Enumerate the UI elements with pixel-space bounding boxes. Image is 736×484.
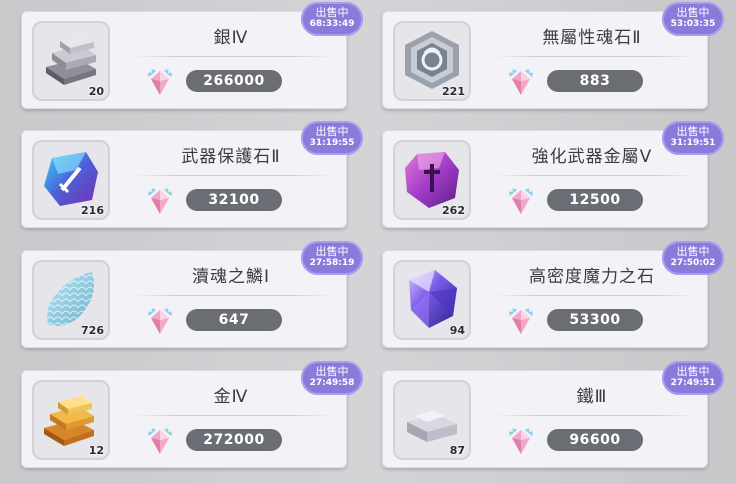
winged-gem-icon [507, 67, 535, 101]
on-sale-badge: 出售中 53:03:35 [662, 2, 724, 36]
status-label: 出售中 [315, 6, 349, 19]
status-label: 出售中 [315, 125, 349, 138]
item-thumbnail: 216 [32, 140, 110, 220]
divider [494, 295, 696, 296]
countdown-timer: 27:49:58 [309, 378, 355, 388]
listing-card[interactable]: 87 鐵Ⅲ 96600 出售中 27:49:51 [382, 361, 724, 468]
winged-gem-icon [146, 306, 174, 340]
status-label: 出售中 [315, 245, 349, 258]
price-pill: 96600 [547, 429, 643, 451]
item-quantity: 262 [442, 204, 465, 217]
item-thumbnail: 221 [393, 21, 471, 101]
listing-card[interactable]: 20 銀Ⅳ 266000 出售中 68:33:49 [21, 2, 363, 109]
item-thumbnail: 87 [393, 380, 471, 460]
listing-card[interactable]: 262 強化武器金屬Ⅴ 12500 出售中 31:19:51 [382, 121, 724, 228]
status-label: 出售中 [676, 245, 710, 258]
divider [133, 295, 335, 296]
divider [133, 56, 335, 57]
countdown-timer: 27:58:19 [309, 258, 355, 268]
divider [133, 175, 335, 176]
divider [133, 415, 335, 416]
item-quantity: 12 [88, 444, 104, 457]
on-sale-badge: 出售中 31:19:55 [301, 121, 363, 155]
item-thumbnail: 20 [32, 21, 110, 101]
price-pill: 883 [547, 70, 643, 92]
countdown-timer: 31:19:55 [309, 138, 355, 148]
item-thumbnail: 262 [393, 140, 471, 220]
countdown-timer: 31:19:51 [670, 138, 716, 148]
countdown-timer: 68:33:49 [309, 19, 355, 29]
listing-grid: 20 銀Ⅳ 266000 出售中 68:33:49 221 無屬性魂石Ⅱ 883… [0, 0, 736, 484]
item-thumbnail: 726 [32, 260, 110, 340]
listing-card[interactable]: 94 高密度魔力之石 53300 出售中 27:50:02 [382, 241, 724, 348]
on-sale-badge: 出售中 27:49:58 [301, 361, 363, 395]
countdown-timer: 53:03:35 [670, 19, 716, 29]
on-sale-badge: 出售中 68:33:49 [301, 2, 363, 36]
status-label: 出售中 [676, 6, 710, 19]
item-quantity: 94 [449, 324, 465, 337]
price-pill: 272000 [186, 429, 282, 451]
countdown-timer: 27:50:02 [670, 258, 716, 268]
on-sale-badge: 出售中 27:58:19 [301, 241, 363, 275]
divider [494, 175, 696, 176]
price-pill: 647 [186, 309, 282, 331]
listing-card[interactable]: 726 瀆魂之鱗Ⅰ 647 出售中 27:58:19 [21, 241, 363, 348]
item-thumbnail: 94 [393, 260, 471, 340]
winged-gem-icon [146, 67, 174, 101]
divider [494, 415, 696, 416]
status-label: 出售中 [676, 125, 710, 138]
item-quantity: 20 [88, 85, 104, 98]
price-pill: 53300 [547, 309, 643, 331]
countdown-timer: 27:49:51 [670, 378, 716, 388]
on-sale-badge: 出售中 27:50:02 [662, 241, 724, 275]
on-sale-badge: 出售中 31:19:51 [662, 121, 724, 155]
listing-card[interactable]: 221 無屬性魂石Ⅱ 883 出售中 53:03:35 [382, 2, 724, 109]
listing-card[interactable]: 12 金Ⅳ 272000 出售中 27:49:58 [21, 361, 363, 468]
price-pill: 12500 [547, 189, 643, 211]
winged-gem-icon [146, 426, 174, 460]
divider [494, 56, 696, 57]
item-quantity: 87 [449, 444, 465, 457]
item-quantity: 726 [81, 324, 104, 337]
item-quantity: 216 [81, 204, 104, 217]
winged-gem-icon [507, 306, 535, 340]
status-label: 出售中 [676, 365, 710, 378]
winged-gem-icon [507, 426, 535, 460]
item-quantity: 221 [442, 85, 465, 98]
item-thumbnail: 12 [32, 380, 110, 460]
price-pill: 32100 [186, 189, 282, 211]
status-label: 出售中 [315, 365, 349, 378]
price-pill: 266000 [186, 70, 282, 92]
listing-card[interactable]: 216 武器保護石Ⅱ 32100 出售中 31:19:55 [21, 121, 363, 228]
on-sale-badge: 出售中 27:49:51 [662, 361, 724, 395]
winged-gem-icon [146, 186, 174, 220]
winged-gem-icon [507, 186, 535, 220]
